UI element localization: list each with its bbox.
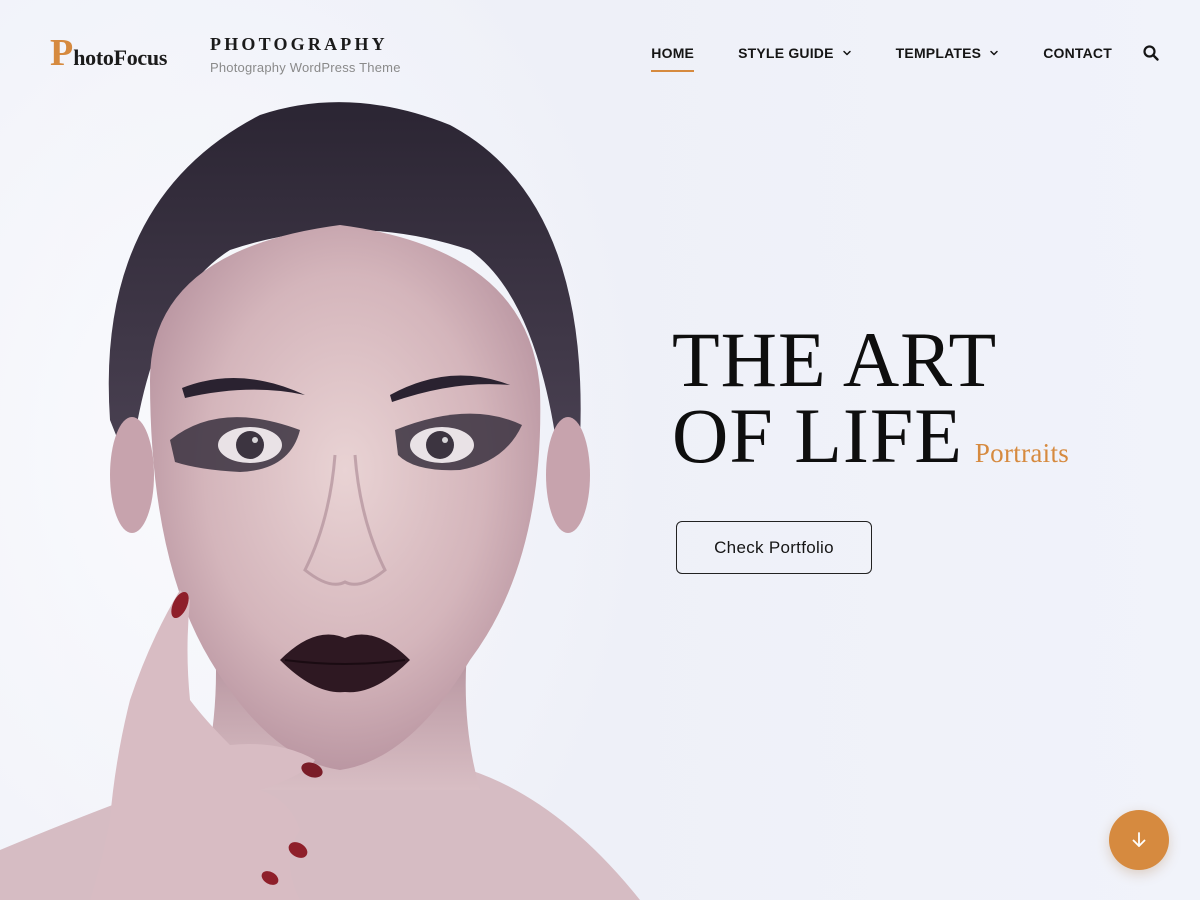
hero-portrait-image	[0, 0, 660, 900]
site-header: P hotoFocus PHOTOGRAPHY Photography Word…	[0, 0, 1200, 110]
nav-item-contact[interactable]: CONTACT	[1043, 45, 1112, 61]
nav-item-label: CONTACT	[1043, 45, 1112, 61]
nav-item-templates[interactable]: TEMPLATES	[896, 45, 1000, 61]
logo-text: hotoFocus	[73, 45, 168, 70]
hero-title-line-2: OF LIFE	[672, 392, 963, 479]
hero-title-line-2-wrap: OF LIFE Portraits	[672, 397, 1070, 491]
chevron-down-icon	[842, 50, 851, 56]
hero-title-line-1: THE ART	[672, 316, 998, 403]
search-icon[interactable]	[1142, 44, 1160, 62]
nav-item-home[interactable]: HOME	[651, 45, 695, 72]
page: P hotoFocus PHOTOGRAPHY Photography Word…	[0, 0, 1200, 900]
nav-item-label: STYLE GUIDE	[738, 45, 834, 61]
nav-item-label: HOME	[651, 45, 695, 61]
site-tagline: Photography WordPress Theme	[210, 60, 401, 75]
chevron-down-icon	[990, 50, 998, 56]
arrow-down-icon	[1132, 832, 1146, 847]
site-logo[interactable]: P hotoFocus	[50, 34, 167, 72]
nav-item-style-guide[interactable]: STYLE GUIDE	[738, 45, 852, 61]
hero-subtitle: Portraits	[974, 438, 1070, 468]
check-portfolio-button[interactable]: Check Portfolio	[676, 521, 872, 574]
nav-item-label: TEMPLATES	[895, 45, 982, 61]
site-title[interactable]: PHOTOGRAPHY	[210, 34, 388, 55]
hero-heading: THE ART OF LIFE Portraits	[672, 316, 1070, 491]
main-nav: HOME STYLE GUIDE TEMPLATES CONTACT	[651, 44, 1160, 72]
scroll-down-button[interactable]	[1109, 810, 1169, 870]
logo-initial: P	[50, 32, 74, 74]
